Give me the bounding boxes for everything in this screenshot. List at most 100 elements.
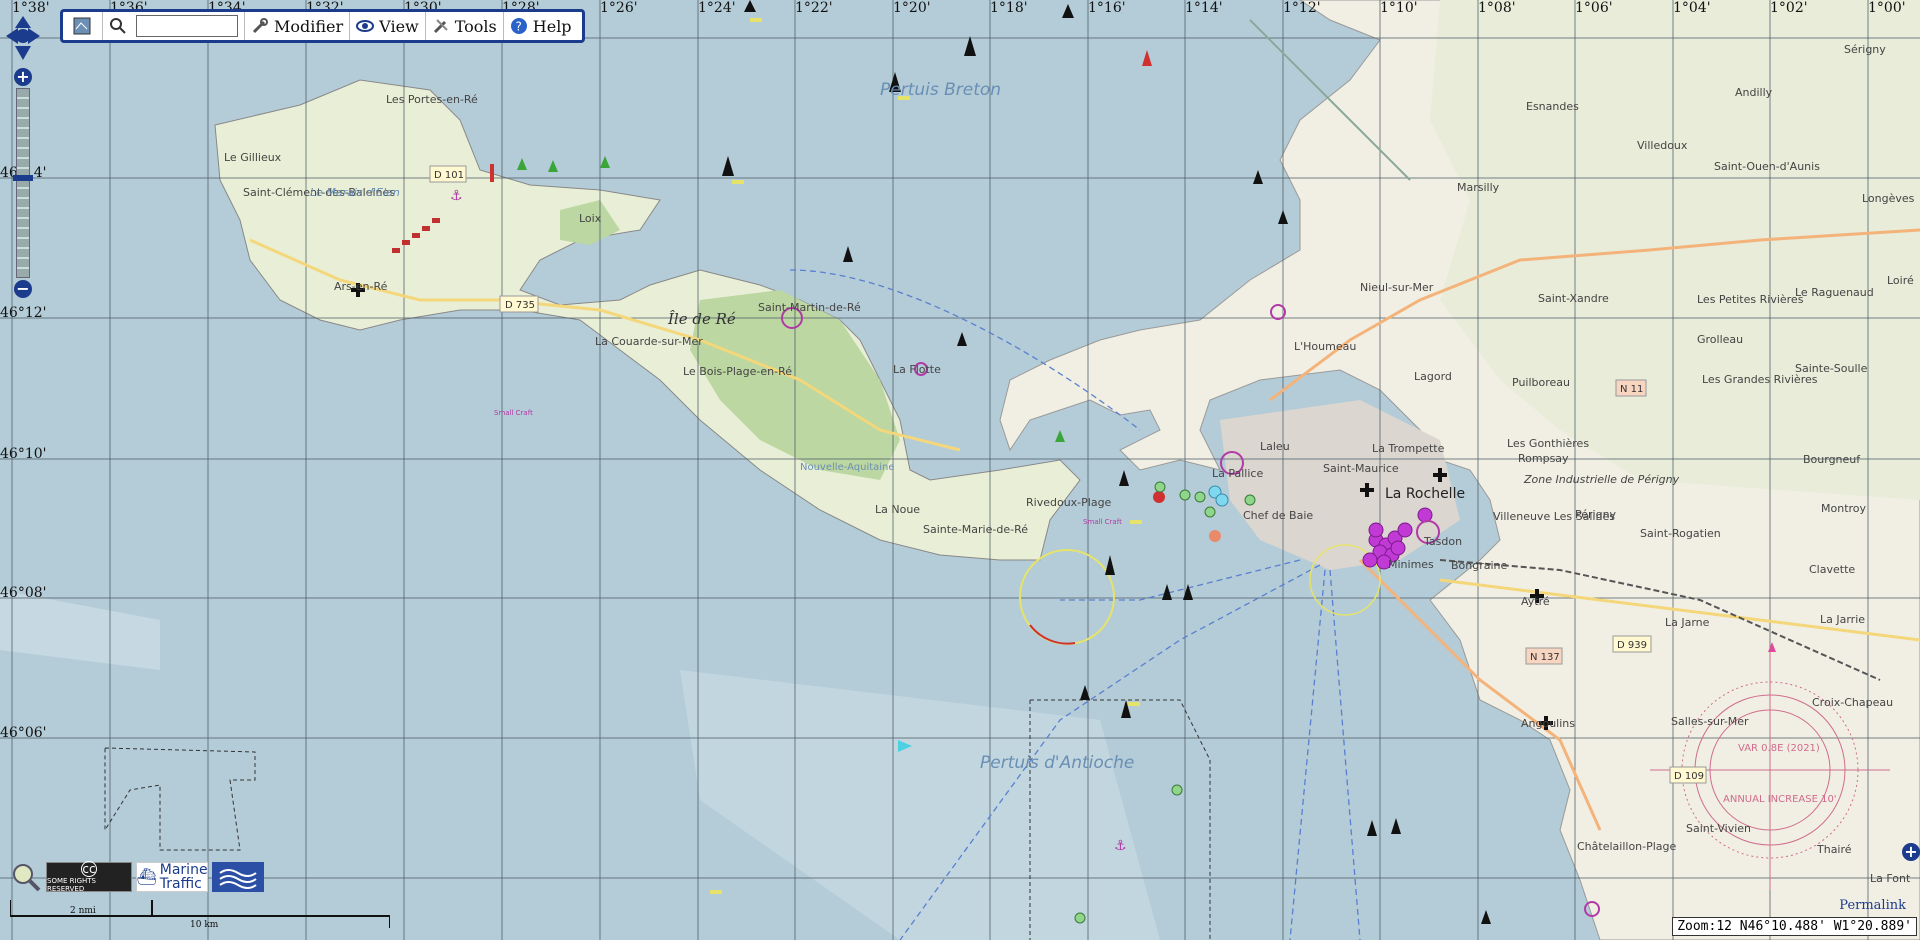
svg-text:Saint-Xandre: Saint-Xandre bbox=[1538, 292, 1609, 305]
svg-text:Saint-Rogatien: Saint-Rogatien bbox=[1640, 527, 1721, 540]
scale-km-label: 10 km bbox=[190, 920, 219, 930]
svg-text:Châtelaillon-Plage: Châtelaillon-Plage bbox=[1577, 840, 1677, 853]
nautical-map[interactable]: ⚓ ⚓ Pertuis Breton Pertuis d'Antioche Île… bbox=[0, 0, 1920, 940]
svg-text:Le Raguenaud: Le Raguenaud bbox=[1795, 286, 1874, 299]
zoom-in-button[interactable]: + bbox=[14, 68, 32, 86]
tools-label: Tools bbox=[454, 16, 497, 36]
svg-text:N 137: N 137 bbox=[1530, 652, 1560, 663]
svg-text:Laleu: Laleu bbox=[1260, 440, 1290, 453]
svg-text:Tasdon: Tasdon bbox=[1423, 535, 1462, 548]
magnifier-icon[interactable] bbox=[10, 862, 42, 892]
svg-text:Clavette: Clavette bbox=[1809, 563, 1855, 576]
pan-control[interactable] bbox=[4, 14, 42, 68]
svg-text:Nouvelle-Aquitaine: Nouvelle-Aquitaine bbox=[800, 462, 895, 473]
svg-text:⚓: ⚓ bbox=[450, 188, 463, 204]
zoom-slider[interactable] bbox=[13, 88, 33, 278]
svg-text:Rivedoux-Plage: Rivedoux-Plage bbox=[1026, 496, 1112, 509]
scale-bar: 2 nmi 10 km bbox=[10, 900, 390, 940]
svg-text:La Couarde-sur-Mer: La Couarde-sur-Mer bbox=[595, 335, 703, 348]
zoom-out-button[interactable]: − bbox=[14, 280, 32, 298]
pan-up-icon[interactable] bbox=[15, 16, 31, 28]
zoom-status: Zoom:12 N46°10.488' W1°20.889' bbox=[1672, 917, 1917, 936]
svg-text:Le Gillieux: Le Gillieux bbox=[224, 151, 282, 164]
modifier-menu[interactable]: Modifier bbox=[245, 12, 351, 40]
svg-text:Saint-Vivien: Saint-Vivien bbox=[1686, 822, 1751, 835]
svg-text:Villedoux: Villedoux bbox=[1637, 139, 1688, 152]
svg-text:La Jarrie: La Jarrie bbox=[1820, 613, 1865, 626]
svg-text:Loix: Loix bbox=[579, 212, 602, 225]
svg-text:La Flotte: La Flotte bbox=[893, 363, 941, 376]
svg-text:Croix-Chapeau: Croix-Chapeau bbox=[1812, 696, 1893, 709]
svg-text:La Pallice: La Pallice bbox=[1212, 467, 1263, 480]
help-menu[interactable]: ? Help bbox=[504, 12, 578, 40]
pan-down-icon[interactable] bbox=[15, 46, 31, 60]
svg-text:La Trompette: La Trompette bbox=[1372, 442, 1445, 455]
svg-text:Le Bois-Plage-en-Ré: Le Bois-Plage-en-Ré bbox=[683, 365, 792, 378]
svg-text:Grolleau: Grolleau bbox=[1697, 333, 1743, 346]
marine-traffic-logo[interactable]: ⛴ Marine Traffic bbox=[136, 862, 208, 892]
modifier-label: Modifier bbox=[274, 16, 344, 36]
svg-text:Minimes: Minimes bbox=[1388, 558, 1434, 571]
svg-text:La Jarne: La Jarne bbox=[1665, 616, 1710, 629]
svg-text:D 101: D 101 bbox=[434, 170, 464, 181]
svg-text:Andilly: Andilly bbox=[1735, 86, 1773, 99]
svg-text:Périgny: Périgny bbox=[1575, 508, 1617, 521]
svg-text:Nieul-sur-Mer: Nieul-sur-Mer bbox=[1360, 281, 1434, 294]
svg-text:D 735: D 735 bbox=[505, 300, 535, 311]
tools-menu[interactable]: Tools bbox=[426, 12, 504, 40]
waves-icon bbox=[219, 869, 257, 889]
svg-text:Bourgneuf: Bourgneuf bbox=[1803, 453, 1861, 466]
compass-var-label: VAR 0.8E (2021) bbox=[1738, 743, 1820, 754]
ile-de-re-label: Île de Ré bbox=[667, 310, 736, 328]
svg-text:Rompsay: Rompsay bbox=[1518, 452, 1569, 465]
svg-text:D 109: D 109 bbox=[1674, 771, 1704, 782]
svg-text:Ars-en-Ré: Ars-en-Ré bbox=[334, 280, 388, 293]
svg-text:Thairé: Thairé bbox=[1816, 843, 1852, 856]
svg-text:Sainte-Marie-de-Ré: Sainte-Marie-de-Ré bbox=[923, 523, 1028, 536]
svg-text:Loiré: Loiré bbox=[1887, 274, 1914, 287]
svg-text:La Font: La Font bbox=[1870, 872, 1911, 885]
pertuis-breton-label: Pertuis Breton bbox=[880, 80, 1001, 100]
svg-text:Bongraine: Bongraine bbox=[1451, 559, 1508, 572]
pertuis-antioche-label: Pertuis d'Antioche bbox=[980, 753, 1134, 773]
help-label: Help bbox=[532, 16, 572, 36]
small-craft-label: Small Craft bbox=[494, 409, 533, 417]
svg-text:Sérigny: Sérigny bbox=[1844, 43, 1886, 56]
map-icon bbox=[73, 17, 91, 35]
svg-text:Puilboreau: Puilboreau bbox=[1512, 376, 1570, 389]
zoom-slider-handle[interactable] bbox=[13, 175, 33, 181]
svg-text:La Noue: La Noue bbox=[875, 503, 920, 516]
small-craft-label: Small Craft bbox=[1083, 518, 1122, 526]
svg-text:Saint-Martin-de-Ré: Saint-Martin-de-Ré bbox=[758, 301, 861, 314]
eye-icon bbox=[356, 20, 375, 32]
svg-text:L'Houmeau: L'Houmeau bbox=[1294, 340, 1356, 353]
svg-text:Lagord: Lagord bbox=[1414, 370, 1452, 383]
map-layer-button[interactable] bbox=[67, 12, 103, 40]
help-icon: ? bbox=[510, 18, 527, 34]
svg-text:N 11: N 11 bbox=[1620, 384, 1643, 395]
wave-logo[interactable] bbox=[212, 862, 264, 892]
zoom-bar[interactable]: + − bbox=[13, 68, 33, 298]
view-label: View bbox=[379, 16, 419, 36]
svg-text:Chef de Baie: Chef de Baie bbox=[1243, 509, 1313, 522]
svg-text:Les Gonthières: Les Gonthières bbox=[1507, 437, 1589, 450]
svg-text:Montroy: Montroy bbox=[1821, 502, 1867, 515]
ship-icon: ⛴ bbox=[136, 867, 157, 886]
attribution-logos: cc SOME RIGHTS RESERVED ⛴ Marine Traffic bbox=[10, 861, 264, 893]
svg-text:Longèves: Longèves bbox=[1862, 192, 1915, 205]
view-menu[interactable]: View bbox=[350, 12, 426, 40]
search-icon[interactable] bbox=[109, 17, 127, 35]
svg-text:?: ? bbox=[515, 20, 521, 34]
svg-text:Zone Industrielle de Périgny: Zone Industrielle de Périgny bbox=[1523, 473, 1680, 486]
permalink-link[interactable]: Permalink bbox=[1839, 898, 1906, 913]
svg-text:Marsilly: Marsilly bbox=[1457, 181, 1500, 194]
compass-increase-label: ANNUAL INCREASE 10' bbox=[1723, 794, 1837, 805]
svg-text:Les Portes-en-Ré: Les Portes-en-Ré bbox=[386, 93, 478, 106]
svg-text:Le Marais d'Elan: Le Marais d'Elan bbox=[310, 186, 400, 199]
svg-text:D 939: D 939 bbox=[1617, 640, 1647, 651]
cc-license-logo[interactable]: cc SOME RIGHTS RESERVED bbox=[46, 861, 132, 893]
tools-icon bbox=[433, 19, 448, 34]
svg-text:Les Grandes Rivières: Les Grandes Rivières bbox=[1702, 373, 1818, 386]
layer-switcher-button[interactable]: + bbox=[1902, 843, 1920, 861]
search-input[interactable] bbox=[136, 15, 238, 37]
